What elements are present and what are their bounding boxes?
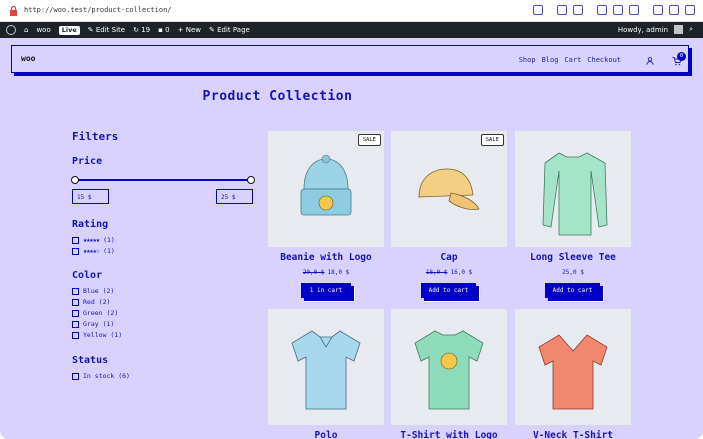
color-option-yellow[interactable]: Yellow (1) xyxy=(72,331,122,339)
add-to-cart-button[interactable]: Add to cart xyxy=(545,283,600,298)
code-icon[interactable] xyxy=(653,5,663,15)
product-image[interactable] xyxy=(515,131,631,247)
color-heading: Color xyxy=(72,270,103,281)
status-option-instock[interactable]: In stock (6) xyxy=(72,372,130,380)
checkbox[interactable] xyxy=(72,236,79,244)
product-name[interactable]: Cap xyxy=(391,252,507,263)
status-heading: Status xyxy=(72,355,109,366)
howdy-text[interactable]: Howdy, admin xyxy=(618,26,668,34)
edit-site-link[interactable]: ✎ Edit Site xyxy=(88,26,125,34)
price-max-input[interactable]: 25 $ xyxy=(216,189,253,204)
stars-4-icon: ★★★★☆ xyxy=(83,247,100,255)
wp-admin-bar: ⌂ woo Live ✎ Edit Site ↻ 19 ▪ 0 + New ✎ … xyxy=(0,22,703,38)
pencil-icon: ✎ xyxy=(208,26,215,34)
add-to-cart-button[interactable]: 1 in cart xyxy=(301,283,351,298)
globe-icon[interactable] xyxy=(613,5,623,15)
refresh-icon: ↻ xyxy=(133,26,139,34)
rating-option-4[interactable]: ★★★★☆ (1) xyxy=(72,247,115,255)
live-badge: Live xyxy=(58,25,80,35)
beanie-icon xyxy=(300,154,352,216)
camera-icon[interactable] xyxy=(573,5,583,15)
sale-badge: SALE xyxy=(480,134,504,146)
product-name[interactable]: Long Sleeve Tee xyxy=(515,252,631,263)
link-icon[interactable] xyxy=(533,5,543,15)
product-price: 18,0 $16,0 $ xyxy=(425,269,473,276)
price-min-input[interactable]: 15 $ xyxy=(72,189,109,204)
wordpress-icon[interactable] xyxy=(6,25,16,35)
cap-icon xyxy=(418,168,480,210)
checkbox[interactable] xyxy=(72,287,79,295)
product-price: 25,0 $ xyxy=(562,269,584,276)
site-header: woo Shop Blog Cart Checkout 0 xyxy=(11,45,689,73)
plus-icon: + xyxy=(177,26,184,34)
nav-shop[interactable]: Shop xyxy=(519,56,536,64)
product-name[interactable]: V-Neck T-Shirt xyxy=(515,430,631,439)
rating-heading: Rating xyxy=(72,219,109,230)
cart-count-badge: 0 xyxy=(677,52,686,61)
sidebar-icon[interactable] xyxy=(685,5,695,15)
screenshot-icon[interactable] xyxy=(557,5,567,15)
browser-toolbar xyxy=(533,5,695,15)
inspector-icon[interactable] xyxy=(669,5,679,15)
user-icon[interactable] xyxy=(646,57,654,65)
product-price: 20,0 $18,0 $ xyxy=(302,269,350,276)
product-image[interactable] xyxy=(268,131,384,247)
long-sleeve-tee-icon xyxy=(542,152,608,236)
mail-icon[interactable] xyxy=(597,5,607,15)
checkbox[interactable] xyxy=(72,247,79,255)
color-option-red[interactable]: Red (2) xyxy=(72,298,110,306)
product-name[interactable]: Polo xyxy=(268,430,384,439)
add-to-cart-button[interactable]: Add to cart xyxy=(421,283,476,298)
color-option-blue[interactable]: Blue (2) xyxy=(72,287,114,295)
product-name[interactable]: T-Shirt with Logo xyxy=(391,430,507,439)
search-icon[interactable]: ⌕ xyxy=(689,25,693,34)
filters-title: Filters xyxy=(72,130,119,143)
edit-page-link[interactable]: ✎ Edit Page xyxy=(209,26,250,34)
nav-cart[interactable]: Cart xyxy=(564,56,581,64)
comments-link[interactable]: ▪ 0 xyxy=(158,26,169,34)
address-bar[interactable]: http://woo.test/product-collection/ xyxy=(0,0,703,22)
new-content-link[interactable]: + New xyxy=(178,26,201,34)
nav-blog[interactable]: Blog xyxy=(542,56,559,64)
url-text[interactable]: http://woo.test/product-collection/ xyxy=(24,6,172,14)
avatar[interactable] xyxy=(674,25,684,34)
target-icon[interactable] xyxy=(629,5,639,15)
site-home-icon[interactable]: ⌂ xyxy=(24,26,28,34)
price-heading: Price xyxy=(72,156,103,167)
product-image[interactable] xyxy=(391,309,507,425)
polo-icon xyxy=(291,330,361,410)
lock-icon xyxy=(10,6,17,16)
price-slider-min-handle[interactable] xyxy=(71,176,79,184)
site-name[interactable]: woo xyxy=(36,26,50,34)
site-logo[interactable]: woo xyxy=(21,54,35,63)
checkbox[interactable] xyxy=(72,298,79,306)
vneck-tshirt-icon xyxy=(538,334,608,410)
tshirt-logo-icon xyxy=(414,330,484,410)
rating-option-5[interactable]: ★★★★★ (1) xyxy=(72,236,115,244)
color-option-green[interactable]: Green (2) xyxy=(72,309,118,317)
checkbox[interactable] xyxy=(72,320,79,328)
product-image[interactable] xyxy=(391,131,507,247)
checkbox[interactable] xyxy=(72,372,79,380)
page-title: Product Collection xyxy=(202,89,353,104)
checkbox[interactable] xyxy=(72,309,79,317)
price-slider-max-handle[interactable] xyxy=(247,176,255,184)
browser-window: http://woo.test/product-collection/ ⌂ wo… xyxy=(0,0,703,439)
updates-link[interactable]: ↻ 19 xyxy=(133,26,150,34)
product-image[interactable] xyxy=(268,309,384,425)
product-name[interactable]: Beanie with Logo xyxy=(268,252,384,263)
price-slider-track[interactable] xyxy=(75,179,251,181)
checkbox[interactable] xyxy=(72,331,79,339)
main-nav: Shop Blog Cart Checkout xyxy=(519,56,621,64)
nav-checkout[interactable]: Checkout xyxy=(587,56,621,64)
brush-icon: ✎ xyxy=(87,26,94,34)
color-option-gray[interactable]: Gray (1) xyxy=(72,320,114,328)
comment-icon: ▪ xyxy=(158,26,163,34)
sale-badge: SALE xyxy=(357,134,381,146)
product-image[interactable] xyxy=(515,309,631,425)
stars-5-icon: ★★★★★ xyxy=(83,236,100,244)
